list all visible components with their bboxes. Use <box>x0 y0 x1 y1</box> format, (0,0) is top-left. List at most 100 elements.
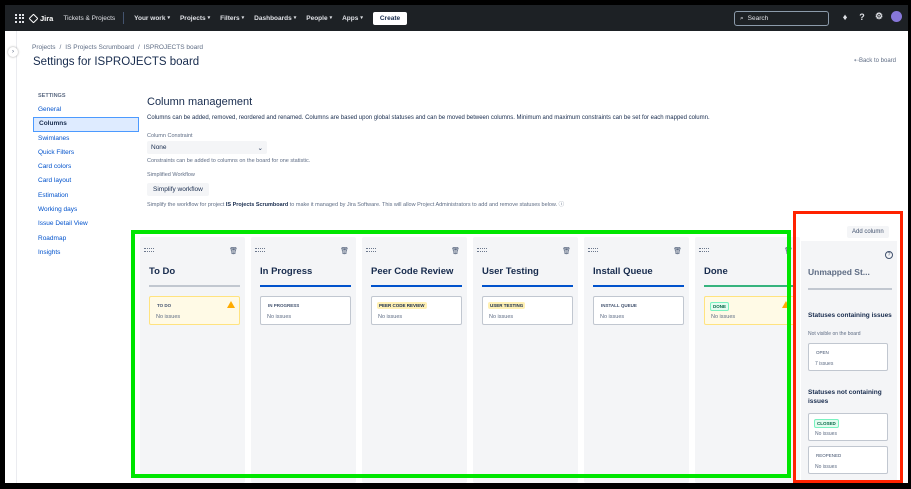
drag-handle-icon[interactable] <box>699 248 709 252</box>
sidebar-item-swimlanes[interactable]: Swimlanes <box>33 132 139 146</box>
issue-count: No issues <box>378 314 403 320</box>
status-card[interactable]: TO DO No issues <box>149 296 240 325</box>
sidebar-item-issue-detail-view[interactable]: Issue Detail View <box>33 217 139 231</box>
status-card-open[interactable]: OPEN 7 issues <box>808 343 888 371</box>
app-switcher-icon[interactable] <box>15 13 24 23</box>
unmapped-statuses-column: ? Unmapped St... Statuses containing iss… <box>801 241 897 483</box>
chevron-down-icon: ▾ <box>241 15 245 21</box>
simplify-description: Simplify the workflow for project IS Pro… <box>147 200 897 208</box>
help-icon[interactable]: ? <box>885 251 893 259</box>
trash-icon[interactable]: 🗑 <box>451 247 460 255</box>
sidebar-item-card-layout[interactable]: Card layout <box>33 174 139 188</box>
nav-label: Dashboards <box>254 14 292 22</box>
status-card[interactable]: USER TESTING No issues <box>482 296 573 325</box>
jira-window: Jira Tickets & Projects Your work ▾ Proje… <box>5 5 908 483</box>
back-to-board-link[interactable]: ⇠Back to board <box>854 57 896 64</box>
sidebar-item-working-days[interactable]: Working days <box>33 203 139 217</box>
sidebar-item-roadmap[interactable]: Roadmap <box>33 232 139 246</box>
column-to-do[interactable]: 🗑 To Do TO DO No issues <box>140 237 245 483</box>
status-card[interactable]: PEER CODE REVIEW No issues <box>371 296 462 325</box>
drag-handle-icon[interactable] <box>255 248 265 252</box>
jira-logo-icon <box>28 13 39 23</box>
sidebar-item-columns[interactable]: Columns <box>33 117 139 132</box>
issue-count: No issues <box>267 314 292 320</box>
column-install-queue[interactable]: 🗑 Install Queue INSTALL QUEUE No issues <box>584 237 689 483</box>
column-constraint-select[interactable]: None ⌄ <box>147 141 267 154</box>
issue-count: 7 issues <box>815 361 834 367</box>
constraint-value: None <box>151 144 167 151</box>
status-lozenge: OPEN <box>816 350 829 355</box>
sidebar-item-estimation[interactable]: Estimation <box>33 189 139 203</box>
add-column-button[interactable]: Add column <box>847 226 889 238</box>
create-button[interactable]: Create <box>372 11 408 25</box>
column-peer-code-review[interactable]: 🗑 Peer Code Review PEER CODE REVIEW No i… <box>362 237 467 483</box>
jira-logo-text: Jira <box>40 13 54 23</box>
drag-handle-icon[interactable] <box>144 248 154 252</box>
nav-your-work[interactable]: Your work ▾ <box>134 15 170 22</box>
simplify-workflow-button[interactable]: Simplify workflow <box>147 183 209 196</box>
breadcrumb-board[interactable]: ISPROJECTS board <box>144 44 203 51</box>
column-name[interactable]: Done <box>704 266 728 277</box>
breadcrumb-projects[interactable]: Projects <box>32 44 55 51</box>
nav-apps[interactable]: Apps ▾ <box>342 15 363 22</box>
workflow-label: Simplified Workflow <box>147 172 195 178</box>
top-navigation: Jira Tickets & Projects Your work ▾ Proje… <box>5 5 908 31</box>
jira-logo[interactable]: Jira <box>28 13 54 23</box>
column-divider <box>808 288 892 290</box>
column-user-testing[interactable]: 🗑 User Testing USER TESTING No issues <box>473 237 578 483</box>
column-name[interactable]: Install Queue <box>593 266 653 277</box>
status-card[interactable]: DONE No issues <box>704 296 795 325</box>
avatar[interactable] <box>891 11 902 22</box>
status-lozenge: IN PROGRESS <box>268 303 300 308</box>
column-name[interactable]: In Progress <box>260 266 312 277</box>
issue-count: No issues <box>815 431 837 437</box>
nav-tickets-projects[interactable]: Tickets & Projects <box>63 15 115 22</box>
column-name[interactable]: To Do <box>149 266 175 277</box>
column-done[interactable]: 🗑 Done DONE No issues <box>695 237 800 483</box>
nav-filters[interactable]: Filters ▾ <box>220 15 244 22</box>
columns-board: 🗑 To Do TO DO No issues 🗑 In Progress IN… <box>136 237 800 483</box>
sidebar-item-card-colors[interactable]: Card colors <box>33 160 139 174</box>
search-input[interactable]: ⌕ Search <box>734 11 829 26</box>
column-divider <box>260 285 351 287</box>
help-icon[interactable]: ⓘ <box>559 202 565 208</box>
column-name[interactable]: User Testing <box>482 266 539 277</box>
column-name[interactable]: Peer Code Review <box>371 266 453 277</box>
status-card-closed[interactable]: CLOSED No issues <box>808 413 888 441</box>
column-divider <box>593 285 684 287</box>
status-card[interactable]: INSTALL QUEUE No issues <box>593 296 684 325</box>
notifications-icon[interactable]: ♦ <box>840 12 850 22</box>
status-lozenge: USER TESTING <box>488 302 526 309</box>
nav-people[interactable]: People ▾ <box>306 15 332 22</box>
help-icon[interactable]: ? <box>857 12 867 22</box>
trash-icon[interactable]: 🗑 <box>673 247 682 255</box>
nav-dashboards[interactable]: Dashboards ▾ <box>254 15 296 22</box>
status-lozenge: TO DO <box>157 303 172 308</box>
trash-icon[interactable]: 🗑 <box>229 247 238 255</box>
nav-projects[interactable]: Projects ▾ <box>180 15 210 22</box>
breadcrumb-project[interactable]: IS Projects Scrumboard <box>65 44 134 51</box>
status-lozenge: INSTALL QUEUE <box>601 303 637 308</box>
sidebar-item-quick-filters[interactable]: Quick Filters <box>33 146 139 160</box>
issue-count: No issues <box>815 464 837 470</box>
trash-icon[interactable]: 🗑 <box>562 247 571 255</box>
drag-handle-icon[interactable] <box>366 248 376 252</box>
status-card-reopened[interactable]: REOPENED No issues <box>808 446 888 474</box>
status-card[interactable]: IN PROGRESS No issues <box>260 296 351 325</box>
drag-handle-icon[interactable] <box>477 248 487 252</box>
page-title: Settings for ISPROJECTS board <box>33 56 200 68</box>
column-in-progress[interactable]: 🗑 In Progress IN PROGRESS No issues <box>251 237 356 483</box>
nav-label: Filters <box>220 14 240 22</box>
warning-icon <box>782 301 790 308</box>
drag-handle-icon[interactable] <box>588 248 598 252</box>
column-divider <box>149 285 240 287</box>
chevron-right-icon[interactable]: › <box>8 47 18 57</box>
chevron-down-icon: ▾ <box>293 15 297 21</box>
sidebar-item-insights[interactable]: Insights <box>33 246 139 260</box>
trash-icon[interactable]: 🗑 <box>784 247 793 255</box>
settings-sidebar: SETTINGS General Columns Swimlanes Quick… <box>33 93 139 260</box>
trash-icon[interactable]: 🗑 <box>340 247 349 255</box>
issue-count: No issues <box>600 314 625 320</box>
gear-icon[interactable]: ⚙ <box>874 11 884 22</box>
sidebar-item-general[interactable]: General <box>33 103 139 117</box>
